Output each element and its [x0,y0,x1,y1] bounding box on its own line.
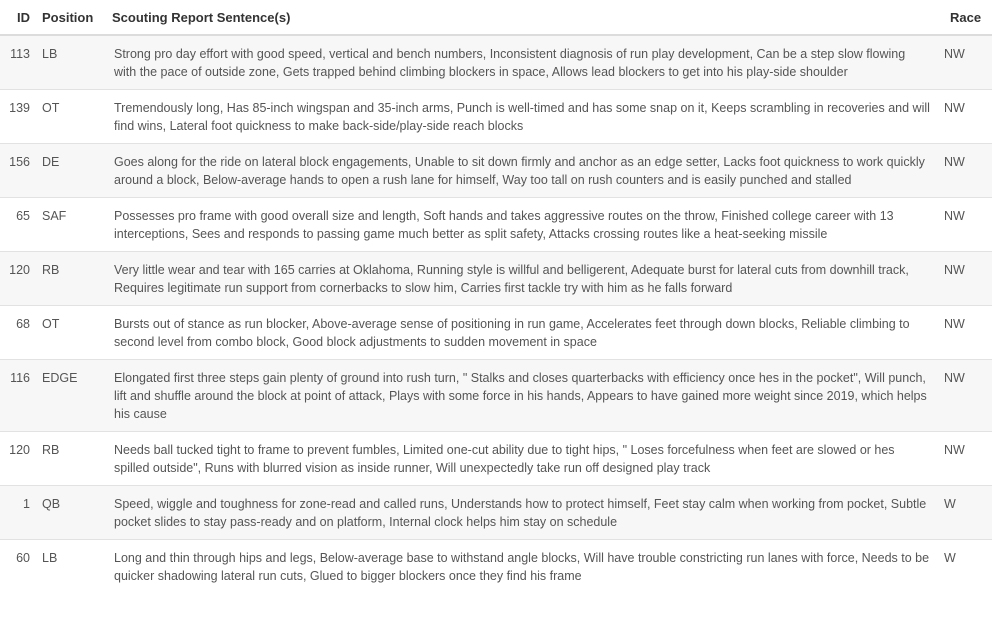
cell-id: 60 [0,539,34,593]
table-row: 68 OT Bursts out of stance as run blocke… [0,305,992,360]
cell-race: NW [942,305,992,360]
cell-id: 68 [0,305,34,360]
cell-report: Strong pro day effort with good speed, v… [104,34,942,90]
table-body: 113 LB Strong pro day effort with good s… [0,34,992,593]
table-row: 65 SAF Possesses pro frame with good ove… [0,197,992,252]
column-header-position[interactable]: Position [34,0,104,36]
cell-report: Possesses pro frame with good overall si… [104,197,942,252]
cell-position: OT [34,89,104,144]
cell-report: Very little wear and tear with 165 carri… [104,251,942,306]
table-row: 139 OT Tremendously long, Has 85-inch wi… [0,89,992,144]
cell-report: Long and thin through hips and legs, Bel… [104,539,942,593]
cell-position: EDGE [34,359,104,432]
cell-id: 116 [0,359,34,432]
cell-report: Needs ball tucked tight to frame to prev… [104,431,942,486]
cell-race: W [942,539,992,593]
table-row: 120 RB Needs ball tucked tight to frame … [0,431,992,486]
cell-race: W [942,485,992,540]
cell-report: Tremendously long, Has 85-inch wingspan … [104,89,942,144]
cell-id: 156 [0,143,34,198]
cell-position: LB [34,539,104,593]
cell-position: RB [34,251,104,306]
column-header-race[interactable]: Race [942,0,992,36]
cell-race: NW [942,197,992,252]
cell-position: LB [34,34,104,90]
cell-race: NW [942,143,992,198]
cell-report: Elongated first three steps gain plenty … [104,359,942,432]
cell-id: 120 [0,251,34,306]
cell-id: 1 [0,485,34,540]
table-row: 60 LB Long and thin through hips and leg… [0,539,992,593]
cell-report: Bursts out of stance as run blocker, Abo… [104,305,942,360]
table-row: 156 DE Goes along for the ride on latera… [0,143,992,198]
cell-position: QB [34,485,104,540]
table-row: 116 EDGE Elongated first three steps gai… [0,359,992,432]
table-row: 120 RB Very little wear and tear with 16… [0,251,992,306]
cell-id: 113 [0,34,34,90]
cell-race: NW [942,34,992,90]
cell-race: NW [942,431,992,486]
header-row: ID Position Scouting Report Sentence(s) … [0,0,992,36]
cell-race: NW [942,359,992,432]
column-header-id[interactable]: ID [0,0,34,36]
table-header: ID Position Scouting Report Sentence(s) … [0,0,992,36]
cell-id: 139 [0,89,34,144]
cell-id: 65 [0,197,34,252]
cell-position: RB [34,431,104,486]
scouting-report-table: ID Position Scouting Report Sentence(s) … [0,0,992,593]
table-row: 113 LB Strong pro day effort with good s… [0,34,992,90]
cell-race: NW [942,89,992,144]
column-header-report[interactable]: Scouting Report Sentence(s) [104,0,942,36]
cell-position: OT [34,305,104,360]
table-row: 1 QB Speed, wiggle and toughness for zon… [0,485,992,540]
cell-id: 120 [0,431,34,486]
cell-race: NW [942,251,992,306]
cell-position: SAF [34,197,104,252]
cell-position: DE [34,143,104,198]
cell-report: Speed, wiggle and toughness for zone-rea… [104,485,942,540]
cell-report: Goes along for the ride on lateral block… [104,143,942,198]
